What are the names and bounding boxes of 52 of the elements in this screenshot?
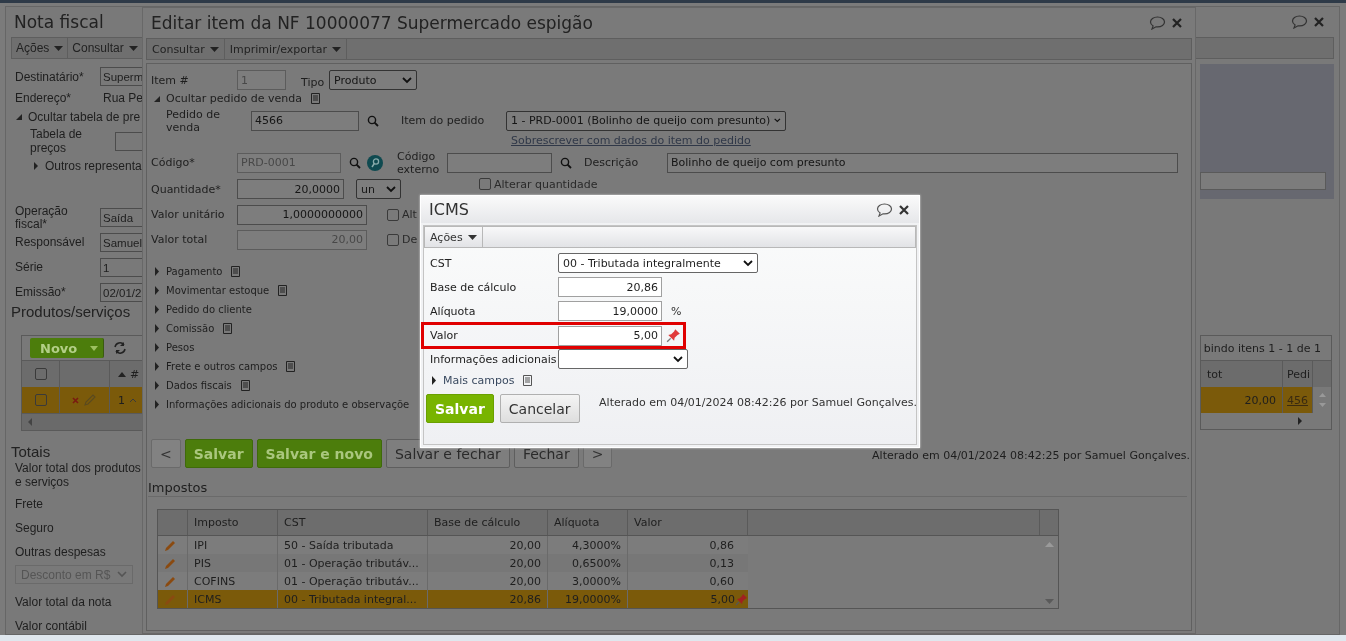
field-label: Endereço* <box>15 90 73 105</box>
checkbox-label: Alterar quantidade <box>494 177 598 191</box>
section-title: Totais <box>11 443 52 460</box>
field-label: Valor unitário <box>151 208 226 221</box>
table-cell: 19,0000% <box>548 590 628 608</box>
table-cell: 0,13 <box>709 556 734 570</box>
field-label: Pedido de venda <box>166 107 221 134</box>
table-cell: 1 <box>118 393 125 407</box>
field-label: Valor total <box>151 233 209 246</box>
table-cell: 20,86 <box>428 590 548 608</box>
field-label: Base de cálculo <box>430 280 518 294</box>
field-label: Código* <box>151 156 196 169</box>
field-label: Responsável <box>15 236 86 249</box>
table-cell: 5,00 <box>710 592 735 606</box>
field-label: CST <box>430 256 453 270</box>
table-cell: ICMS <box>188 590 278 608</box>
total-label: Valor contábil <box>15 618 88 635</box>
dialog-title: ICMS <box>429 200 469 219</box>
field-label: Item do pedido <box>401 114 486 127</box>
field-label: Item # <box>151 73 190 87</box>
field-label: Tipo <box>301 75 326 89</box>
field-label: Destinatário* <box>15 69 85 84</box>
field-label: Tabela de preços <box>30 127 84 155</box>
field-label: Alíquota <box>430 304 477 318</box>
field-label: Série <box>15 261 44 274</box>
pager-text: bindo itens 1 - 1 de 1 <box>1203 341 1321 355</box>
audit-text: Alterado em 04/01/2024 08:42:25 por Samuel Gonçalves. <box>872 449 1190 462</box>
field-label: Valor <box>430 329 459 342</box>
window-title: Editar item da NF 10000077 Supermercado espigão <box>150 13 593 33</box>
total-label: Valor total da nota <box>15 594 113 611</box>
field-label: Descrição <box>584 156 640 169</box>
total-label: Seguro <box>15 520 55 537</box>
field-label: Quantidade* <box>151 182 222 196</box>
field-label: Código externo <box>397 149 441 176</box>
unit-text: % <box>671 304 682 318</box>
address-text: Rua Pe <box>103 90 144 105</box>
total-label: Outras despesas <box>15 544 107 561</box>
table-cell: 0,60 <box>709 574 734 588</box>
checkbox-label: Alt <box>402 208 417 221</box>
table-cell: 00 - Tributada integral... <box>278 590 428 608</box>
window-title: Nota fiscal <box>13 12 104 32</box>
section-title: Produtos/serviços <box>11 303 132 320</box>
checkbox-label: De <box>402 233 418 246</box>
table-cell: 20,00 <box>1201 387 1283 413</box>
table-cell: 0,86 <box>709 538 734 552</box>
field-label: Operação fiscal* <box>15 204 69 231</box>
total-label: Frete <box>15 496 44 513</box>
total-label: Valor total dos produtos e serviços <box>15 461 142 489</box>
section-title: Impostos <box>148 480 1187 497</box>
field-label: Emissão* <box>15 286 67 299</box>
audit-text: Alterado em 04/01/2024 08:42:26 por Samuel Gonçalves. <box>599 396 917 409</box>
field-label: Informações adicionais <box>430 352 558 366</box>
